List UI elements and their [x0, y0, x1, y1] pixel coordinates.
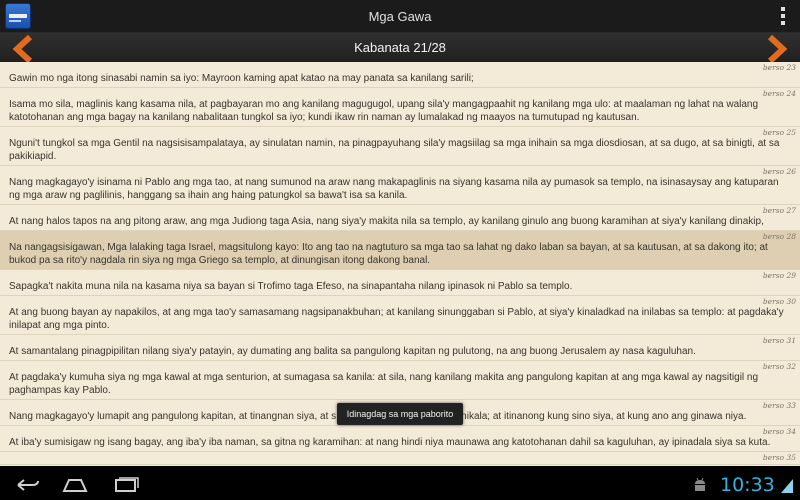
verse-number: berso 35: [762, 453, 796, 462]
back-icon: [17, 479, 39, 491]
verse-item[interactable]: berso 35: [0, 452, 800, 465]
toast-message: Idinagdag sa mga paborito: [337, 403, 463, 425]
verse-text: At nang halos tapos na ang pitong araw, …: [9, 216, 764, 227]
verse-number: berso 32: [762, 362, 796, 371]
action-bar: Mga Gawa: [0, 0, 800, 33]
chevron-right-icon: [767, 34, 788, 64]
next-chapter-button[interactable]: [762, 34, 792, 64]
verse-item[interactable]: berso 29 Sapagka't nakita muna nila na ka…: [0, 270, 800, 296]
verse-number: berso 28: [762, 232, 796, 241]
verse-item[interactable]: berso 27 At nang halos tapos na ang piton…: [0, 205, 800, 231]
verse-text: At ang buong bayan ay napakilos, at ang …: [9, 307, 787, 331]
verse-text: At iba'y sumisigaw ng isang bagay, ang i…: [9, 437, 771, 448]
verse-text: At pagdaka'y kumuha siya ng mga kawal at…: [9, 372, 761, 396]
verse-number: berso 30: [762, 297, 796, 306]
verse-number: berso 24: [762, 89, 796, 98]
app-title: Mga Gawa: [368, 9, 432, 24]
back-button[interactable]: [12, 475, 42, 495]
signal-icon: [781, 479, 793, 493]
verse-text: Nguni't tungkol sa mga Gentil na nagsisi…: [9, 138, 783, 162]
home-icon: [62, 479, 88, 492]
verse-item[interactable]: berso 24 Isama mo sila, maglinis kang kas…: [0, 88, 800, 127]
verse-number: berso 23: [762, 63, 796, 72]
verse-item[interactable]: berso 31 At samantalang pinagpipilitan ni…: [0, 335, 800, 361]
verse-text: Na nangagsisigawan, Mga lalaking taga Is…: [9, 242, 771, 266]
verse-item[interactable]: berso 32 At pagdaka'y kumuha siya ng mga …: [0, 361, 800, 400]
verse-item[interactable]: berso 28 Na nangagsisigawan, Mga lalaking…: [0, 231, 800, 270]
system-nav-bar: 10:33: [0, 470, 800, 500]
verse-number: berso 27: [762, 206, 796, 215]
verse-item[interactable]: berso 26 Nang magkagayo'y isinama ni Pabl…: [0, 166, 800, 205]
verse-item[interactable]: berso 34 At iba'y sumisigaw ng isang baga…: [0, 426, 800, 452]
verse-item[interactable]: berso 30 At ang buong bayan ay napakilos,…: [0, 296, 800, 335]
verse-text: Isama mo sila, maglinis kang kasama nila…: [9, 99, 761, 123]
android-debug-icon: [695, 477, 705, 491]
verse-number: berso 31: [762, 336, 796, 345]
verse-number: berso 34: [762, 427, 796, 436]
verse-item[interactable]: berso 25 Nguni't tungkol sa mga Gentil na…: [0, 127, 800, 166]
recent-apps-icon: [115, 477, 139, 492]
verse-text: At samantalang pinagpipilitan nilang siy…: [9, 346, 696, 357]
verse-item[interactable]: berso 23 Gawin mo nga itong sinasabi nami…: [0, 62, 800, 88]
overflow-menu-icon[interactable]: [781, 7, 786, 27]
verse-number: berso 25: [762, 128, 796, 137]
verse-number: berso 26: [762, 167, 796, 176]
recent-apps-button[interactable]: [111, 475, 141, 495]
home-button[interactable]: [60, 475, 90, 495]
verse-number: berso 29: [762, 271, 796, 280]
clock: 10:33: [720, 474, 775, 496]
verse-text: Nang magkagayo'y isinama ni Pablo ang mg…: [9, 177, 782, 201]
verse-text: Gawin mo nga itong sinasabi namin sa iyo…: [9, 73, 474, 84]
verse-text: Sapagka't nakita muna nila na kasama niy…: [9, 281, 573, 292]
